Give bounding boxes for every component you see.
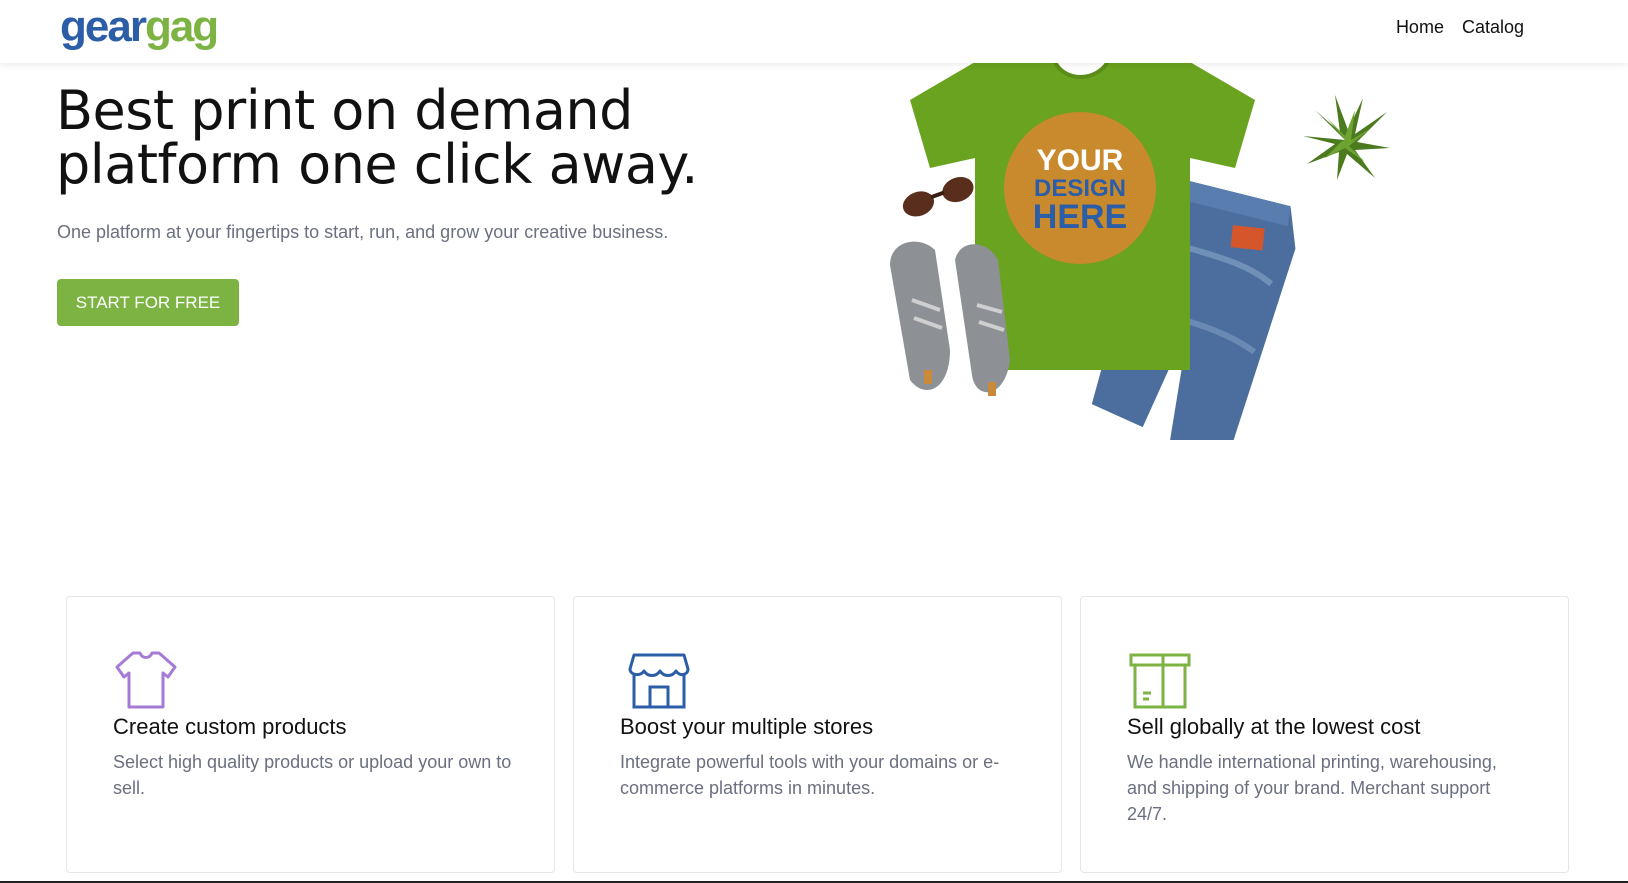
feature-title: Boost your multiple stores — [620, 714, 874, 739]
design-placeholder-line3: HERE — [1033, 198, 1127, 236]
feature-card-custom-products: Create custom products Select high quali… — [66, 596, 555, 873]
box-icon — [1129, 653, 1191, 709]
start-for-free-button[interactable]: START FOR FREE — [57, 279, 239, 326]
feature-card-multiple-stores: Boost your multiple stores Integrate pow… — [573, 596, 1062, 873]
sneakers-image — [890, 241, 1010, 396]
hero-title-line-2: platform one click away. — [56, 133, 698, 196]
sunglasses-image — [902, 177, 974, 217]
design-placeholder-line1: YOUR — [1037, 144, 1124, 177]
nav-home-link[interactable]: Home — [1396, 17, 1444, 38]
hero-subtitle: One platform at your fingertips to start… — [57, 222, 669, 242]
feature-text: Select high quality products or upload y… — [113, 752, 512, 798]
feature-card-sell-globally: Sell globally at the lowest cost We hand… — [1080, 596, 1569, 873]
logo-part-gear: gear — [60, 2, 147, 51]
geargag-logo[interactable]: geargag — [60, 2, 219, 52]
feature-text: Integrate powerful tools with your domai… — [620, 752, 1000, 798]
logo-part-gag: gag — [144, 2, 219, 51]
tshirt-icon — [115, 651, 177, 709]
hero-product-image: YOUR DESIGN HERE — [890, 60, 1390, 440]
feature-title: Sell globally at the lowest cost — [1127, 714, 1421, 739]
main-nav: Home Catalog — [1396, 17, 1524, 38]
nav-catalog-link[interactable]: Catalog — [1462, 17, 1524, 38]
feature-title: Create custom products — [113, 714, 347, 739]
store-icon — [628, 653, 690, 709]
hero-title: Best print on demand platform one click … — [56, 84, 816, 192]
feature-text: We handle international printing, wareho… — [1127, 752, 1497, 824]
plant-image — [1303, 95, 1390, 180]
site-header: geargag Home Catalog — [0, 0, 1628, 63]
